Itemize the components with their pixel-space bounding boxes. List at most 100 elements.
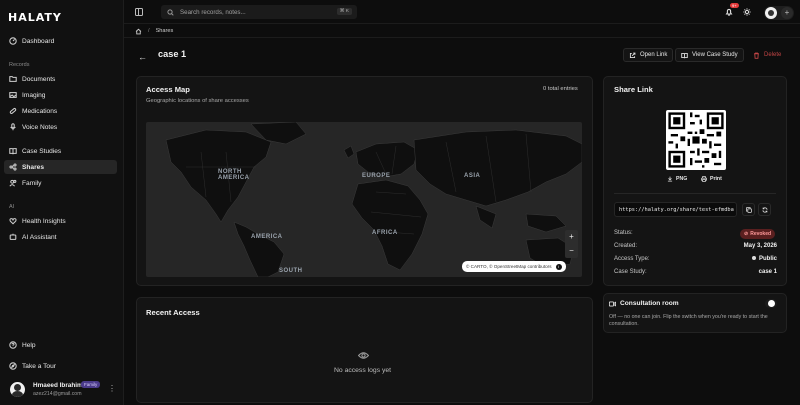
sidebar-item-label: Voice Notes (22, 123, 58, 131)
sidebar-item-health-insights[interactable]: Health Insights (4, 214, 117, 228)
info-icon[interactable]: i (555, 263, 562, 270)
user-profile[interactable]: Hmaeed Ibrahim Family azez214@gmail.com … (10, 381, 118, 400)
sidebar-item-label: Dashboard (22, 37, 55, 45)
case-study-value: case 1 (758, 269, 777, 275)
sidebar-item-help[interactable]: Help (4, 338, 117, 352)
theme-toggle-button[interactable] (743, 8, 751, 16)
consultation-title-text: Consultation room (620, 300, 679, 307)
sidebar-item-imaging[interactable]: Imaging (4, 88, 117, 102)
breadcrumb-current: Shares (155, 28, 174, 34)
map-zoom-controls: + − (565, 230, 578, 258)
avatar (765, 7, 777, 19)
sidebar-item-shares[interactable]: Shares (4, 160, 117, 174)
divider (614, 193, 776, 194)
section-label-ai: AI (9, 204, 15, 210)
download-png-button[interactable]: PNG (667, 174, 687, 184)
section-label-records: Records (9, 62, 30, 68)
book-icon (681, 52, 688, 58)
share-icon (9, 163, 17, 171)
users-icon (9, 179, 17, 187)
share-url-field[interactable]: https://halaty.org/share/test-efmdba (614, 202, 737, 217)
copy-link-button[interactable] (742, 203, 755, 216)
folder-icon (9, 76, 17, 82)
eye-icon (357, 351, 370, 360)
sidebar-item-medications[interactable]: Medications (4, 104, 117, 118)
video-icon (609, 300, 616, 307)
copy-icon (746, 207, 752, 213)
qr-code (666, 110, 726, 170)
search-input[interactable]: Search records, notes... ⌘ K (161, 5, 357, 19)
sidebar-item-case-studies[interactable]: Case Studies (4, 144, 117, 158)
zoom-in-button[interactable]: + (565, 230, 578, 244)
sidebar-item-label: Take a Tour (22, 362, 56, 370)
add-profile-icon[interactable]: + (781, 7, 793, 19)
bell-icon (725, 8, 733, 16)
sidebar-item-label: Medications (22, 107, 58, 115)
sidebar-item-ai-assistant[interactable]: AI Assistant (4, 230, 117, 244)
sidebar-item-dashboard[interactable]: Dashboard (4, 34, 117, 48)
share-link-title: Share Link (614, 85, 653, 94)
notifications-button[interactable]: 9+ (725, 3, 739, 17)
map-label-south: SOUTH (279, 268, 303, 274)
view-case-study-button[interactable]: View Case Study (675, 48, 744, 62)
mic-icon (10, 123, 16, 131)
page-title: case 1 (158, 49, 187, 59)
divider (124, 37, 800, 38)
sidebar-item-voice-notes[interactable]: Voice Notes (4, 120, 117, 134)
printer-icon (701, 176, 707, 182)
breadcrumb-separator: / (148, 28, 150, 34)
map-label-america: AMERICA (251, 234, 283, 240)
more-vertical-icon[interactable]: ⋮ (108, 384, 116, 393)
empty-state-message: No access logs yet (334, 367, 392, 374)
access-map-subtitle: Geographic locations of share accesses (146, 98, 249, 104)
external-link-icon (629, 52, 636, 58)
consultation-toggle[interactable] (765, 299, 777, 308)
map-label-asia: ASIA (464, 173, 481, 179)
sidebar-item-label: AI Assistant (22, 233, 57, 241)
regenerate-link-button[interactable] (758, 203, 771, 216)
sidebar-toggle-icon[interactable] (135, 8, 143, 16)
avatar (10, 382, 25, 397)
print-label: Print (710, 176, 722, 182)
back-arrow-icon[interactable]: ← (138, 52, 147, 62)
status-badge: ⊘ Revoked (740, 229, 776, 239)
image-icon (9, 92, 17, 98)
sun-icon (743, 8, 751, 16)
refresh-icon (762, 207, 768, 213)
print-button[interactable]: Print (701, 174, 722, 184)
recent-access-title: Recent Access (146, 308, 200, 317)
created-label: Created: (614, 243, 638, 249)
open-link-label: Open Link (640, 52, 668, 58)
sidebar-item-family[interactable]: Family (4, 176, 117, 190)
world-map-graphic (165, 122, 582, 277)
attribution-text[interactable]: © CARTO, © OpenStreetMap contributors (466, 264, 552, 269)
access-type-label: Access Type: (614, 256, 650, 262)
app-logo[interactable]: HALATY (8, 11, 62, 24)
consultation-title: Consultation room (609, 300, 679, 307)
consultation-description: Off — no one can join. Flip the switch w… (609, 314, 768, 327)
zoom-out-button[interactable]: − (565, 244, 578, 258)
access-map[interactable]: NORTH AMERICA EUROPE ASIA AFRICA AMERICA… (146, 122, 582, 277)
home-icon[interactable] (135, 28, 142, 35)
breadcrumb: / Shares (135, 26, 173, 36)
book-icon (9, 148, 17, 155)
top-bar: Search records, notes... ⌘ K 9+ + (124, 0, 800, 24)
sparkle-icon (9, 233, 17, 240)
sidebar-item-documents[interactable]: Documents (4, 72, 117, 86)
user-plan-badge: Family (81, 381, 101, 388)
qr-code-graphic (668, 112, 724, 168)
status-label: Status: (614, 230, 633, 236)
heart-icon (9, 218, 17, 225)
delete-button[interactable]: Delete (748, 48, 786, 62)
status-value: Revoked (750, 231, 772, 237)
help-icon (9, 341, 17, 349)
case-study-label: Case Study: (614, 269, 647, 275)
open-link-button[interactable]: Open Link (623, 48, 674, 62)
sidebar-item-label: Shares (22, 163, 44, 171)
search-icon (167, 8, 174, 16)
access-map-title: Access Map (146, 85, 190, 94)
profile-switcher[interactable]: + (764, 6, 794, 20)
dashboard-icon (9, 37, 17, 45)
map-attribution: © CARTO, © OpenStreetMap contributors i (462, 261, 566, 272)
sidebar-item-take-a-tour[interactable]: Take a Tour (4, 359, 117, 373)
